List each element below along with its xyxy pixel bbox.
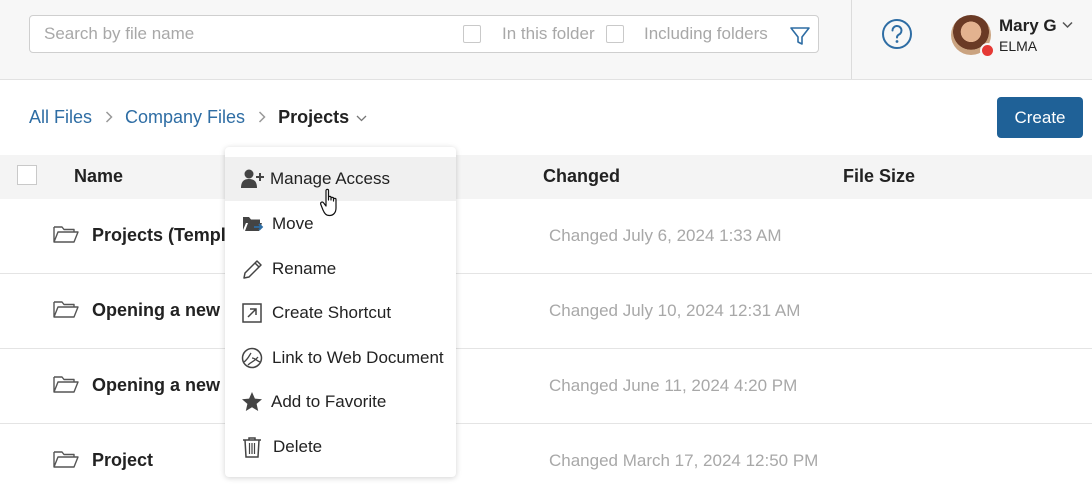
changed-date: Changed June 11, 2024 4:20 PM (549, 376, 798, 395)
status-dot (980, 43, 995, 58)
table-row[interactable]: Opening a new b Changed June 11, 2024 4:… (0, 349, 1092, 424)
search-box: In this folder Including folders (29, 15, 819, 53)
file-name[interactable]: Project (92, 450, 153, 471)
menu-item-delete[interactable]: Delete (225, 425, 456, 469)
chevron-down-icon[interactable] (1062, 21, 1073, 29)
add-user-icon (241, 169, 264, 188)
web-link-icon (241, 347, 263, 369)
file-name[interactable]: Opening a new b (92, 375, 236, 396)
trash-icon (243, 437, 261, 458)
menu-item-label: Add to Favorite (271, 392, 387, 411)
folder-icon (53, 451, 79, 468)
changed-date: Changed March 17, 2024 12:50 PM (549, 451, 819, 470)
menu-item-label: Create Shortcut (272, 303, 392, 322)
menu-item-move[interactable]: Move (225, 202, 456, 246)
breadcrumb-company-files[interactable]: Company Files (125, 107, 245, 128)
table-row[interactable]: Opening a new b Changed July 10, 2024 12… (0, 274, 1092, 349)
filter-icon[interactable] (789, 25, 811, 47)
folder-icon (53, 226, 79, 243)
chevron-down-icon[interactable] (356, 115, 367, 122)
including-folders-label: Including folders (644, 24, 768, 43)
menu-item-label: Manage Access (270, 169, 391, 188)
breadcrumb-all-files[interactable]: All Files (29, 107, 92, 128)
top-divider (851, 0, 852, 79)
breadcrumb: All Files Company Files Projects (29, 106, 367, 128)
move-folder-icon (243, 217, 264, 231)
menu-item-label: Delete (273, 437, 323, 456)
folder-icon (53, 301, 79, 318)
table-row[interactable]: Projects (Templa Changed July 6, 2024 1:… (0, 199, 1092, 274)
changed-date: Changed July 10, 2024 12:31 AM (549, 301, 801, 320)
pencil-icon (243, 260, 262, 279)
user-name[interactable]: Mary G (999, 16, 1057, 36)
file-name[interactable]: Opening a new b (92, 300, 236, 321)
file-name[interactable]: Projects (Templa (92, 225, 236, 246)
create-button[interactable]: Create (997, 97, 1083, 138)
chevron-right-icon (259, 111, 266, 123)
in-this-folder-checkbox[interactable] (463, 25, 481, 43)
menu-item-label: Move (272, 214, 314, 233)
menu-item-link-web-document[interactable]: Link to Web Document (225, 336, 456, 380)
menu-item-rename[interactable]: Rename (225, 247, 456, 291)
menu-item-add-favorite[interactable]: Add to Favorite (225, 380, 456, 424)
chevron-right-icon (105, 111, 113, 123)
user-org: ELMA (999, 38, 1038, 54)
help-icon[interactable] (881, 18, 913, 50)
menu-item-create-shortcut[interactable]: Create Shortcut (225, 291, 456, 335)
star-icon (242, 392, 262, 411)
in-this-folder-label: In this folder (502, 24, 595, 43)
menu-item-label: Link to Web Document (272, 348, 444, 367)
context-menu: Manage Access Move Rename Create Shortcu… (225, 147, 456, 477)
column-header-name[interactable]: Name (74, 166, 123, 187)
breadcrumb-current[interactable]: Projects (278, 107, 349, 128)
menu-item-manage-access[interactable]: Manage Access (225, 157, 456, 201)
changed-date: Changed July 6, 2024 1:33 AM (549, 226, 782, 245)
table-header: Name Changed File Size (0, 155, 1092, 199)
including-folders-checkbox[interactable] (606, 25, 624, 43)
top-bar: In this folder Including folders Mary G … (0, 0, 1092, 80)
search-input[interactable] (44, 16, 444, 52)
menu-item-label: Rename (272, 259, 337, 278)
folder-icon (53, 376, 79, 393)
shortcut-icon (242, 303, 262, 323)
column-header-changed[interactable]: Changed (543, 166, 620, 187)
table-row[interactable]: Project Changed March 17, 2024 12:50 PM (0, 424, 1092, 499)
select-all-checkbox[interactable] (17, 165, 37, 185)
column-header-file-size[interactable]: File Size (843, 166, 915, 187)
